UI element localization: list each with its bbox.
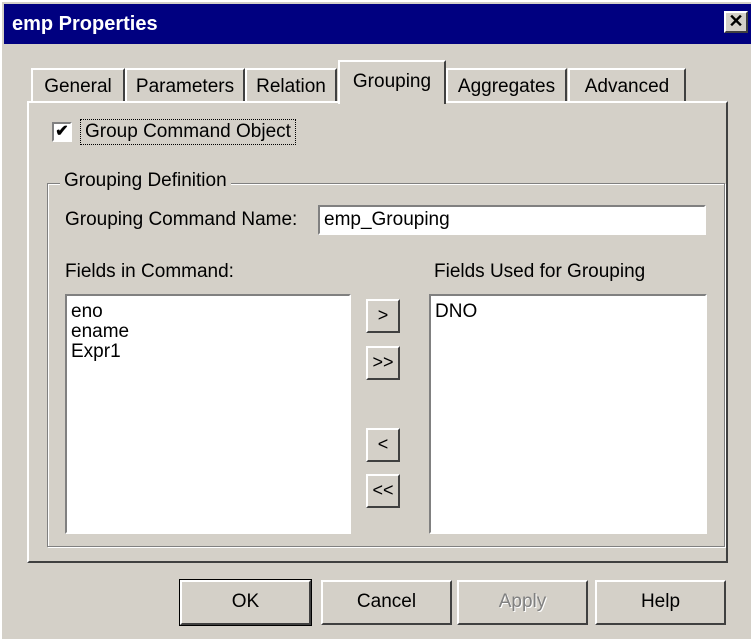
command-name-label: Grouping Command Name: [65, 209, 298, 230]
tab-relation[interactable]: Relation [245, 68, 337, 102]
help-button[interactable]: Help [595, 580, 726, 625]
apply-button[interactable]: Apply [457, 580, 588, 625]
add-all-fields-button[interactable]: >> [366, 346, 400, 380]
command-name-input[interactable] [318, 205, 706, 235]
fields-for-grouping-list[interactable]: DNO [429, 294, 707, 534]
tab-grouping[interactable]: Grouping [338, 60, 446, 104]
add-field-button[interactable]: > [366, 299, 400, 333]
tab-parameters[interactable]: Parameters [125, 68, 245, 102]
dialog-window: emp Properties ✕ General Parameters Rela… [0, 0, 751, 639]
group-command-checkbox[interactable]: ✔ [52, 122, 72, 142]
fields-in-command-list[interactable]: eno ename Expr1 [65, 294, 351, 534]
fields-in-command-label: Fields in Command: [65, 261, 234, 282]
tab-general[interactable]: General [31, 68, 125, 102]
grouping-definition-legend: Grouping Definition [60, 170, 231, 192]
group-command-label[interactable]: Group Command Object [80, 119, 296, 145]
remove-field-button[interactable]: < [366, 428, 400, 462]
close-icon[interactable]: ✕ [724, 11, 748, 33]
ok-button[interactable]: OK [179, 579, 312, 626]
tab-aggregates[interactable]: Aggregates [446, 68, 567, 102]
tab-advanced[interactable]: Advanced [568, 68, 686, 102]
list-item[interactable]: DNO [435, 302, 701, 322]
list-item[interactable]: eno [71, 302, 345, 322]
remove-all-fields-button[interactable]: << [366, 474, 400, 508]
list-item[interactable]: ename [71, 322, 345, 342]
title-bar: emp Properties ✕ [4, 4, 751, 44]
list-item[interactable]: Expr1 [71, 342, 345, 362]
cancel-button[interactable]: Cancel [321, 580, 452, 625]
fields-for-grouping-label: Fields Used for Grouping [434, 261, 646, 282]
window-title: emp Properties [12, 13, 158, 35]
